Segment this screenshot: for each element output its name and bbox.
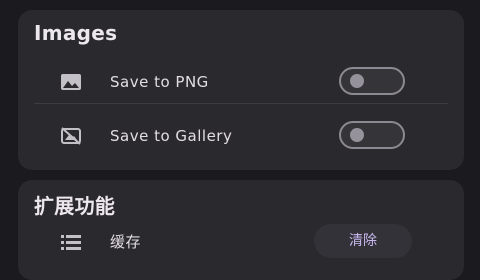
- save-to-png-label: Save to PNG: [110, 73, 209, 91]
- clear-cache-button[interactable]: 清除: [314, 224, 412, 258]
- toggle-knob: [350, 128, 364, 142]
- toggle-knob: [350, 74, 364, 88]
- list-icon: [60, 233, 82, 251]
- save-to-gallery-label: Save to Gallery: [110, 127, 233, 145]
- save-to-png-toggle[interactable]: [339, 67, 405, 95]
- save-to-gallery-row[interactable]: Save to Gallery: [18, 118, 464, 154]
- extension-settings-card: 扩展功能 缓存 清除: [18, 180, 464, 280]
- extension-section-title: 扩展功能: [34, 194, 116, 218]
- save-to-png-row[interactable]: Save to PNG: [18, 64, 464, 100]
- no-photo-icon: [60, 127, 82, 145]
- divider: [34, 103, 448, 104]
- images-section-title: Images: [34, 21, 118, 45]
- image-icon: [60, 73, 82, 91]
- cache-row: 缓存 清除: [18, 224, 464, 260]
- cache-label: 缓存: [110, 233, 142, 251]
- save-to-gallery-toggle[interactable]: [339, 121, 405, 149]
- images-settings-card: Images Save to PNG Save to Gallery: [18, 10, 464, 170]
